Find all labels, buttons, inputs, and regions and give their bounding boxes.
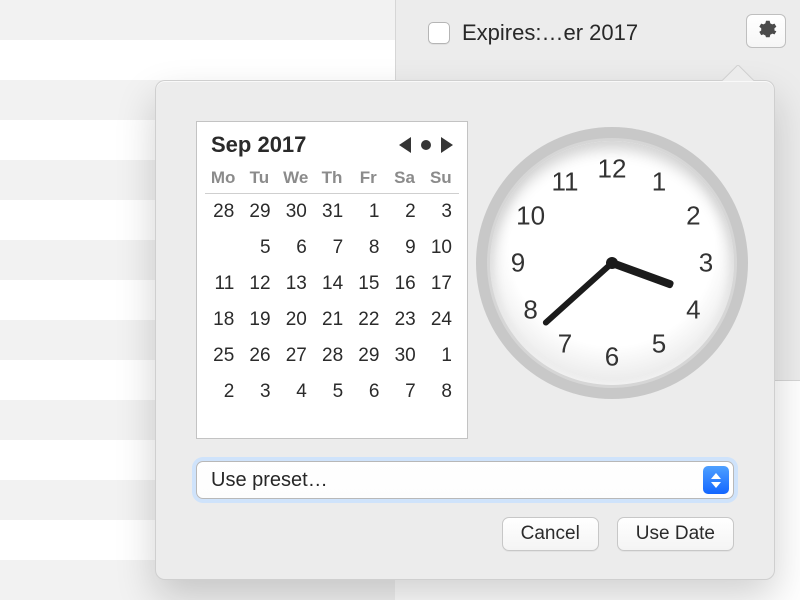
calendar-day[interactable]: 13 [278, 266, 314, 302]
calendar-day[interactable]: 21 [314, 302, 350, 338]
clock-number: 4 [677, 295, 709, 326]
clock-number: 10 [515, 201, 547, 232]
minute-hand[interactable] [542, 261, 614, 327]
calendar-day[interactable]: 7 [386, 374, 422, 410]
clock-pin [606, 257, 618, 269]
dropdown-stepper-icon[interactable] [703, 466, 729, 494]
dow-header: Mo [205, 164, 241, 193]
calendar-day[interactable]: 8 [423, 374, 459, 410]
clock-number: 3 [690, 248, 722, 279]
dow-header: Tu [241, 164, 277, 193]
calendar-day[interactable]: 22 [350, 302, 386, 338]
calendar-day[interactable]: 28 [314, 338, 350, 374]
calendar-day[interactable]: 2 [205, 374, 241, 410]
calendar-day[interactable]: 9 [386, 230, 422, 266]
calendar-week-row: 18192021222324 [205, 302, 459, 338]
calendar-prev-icon[interactable] [399, 137, 411, 153]
hour-hand[interactable] [611, 259, 675, 289]
calendar-week-row: 11121314151617 [205, 266, 459, 302]
clock-number: 7 [549, 329, 581, 360]
calendar-next-icon[interactable] [441, 137, 453, 153]
calendar-day[interactable]: 30 [278, 194, 314, 230]
cancel-button[interactable]: Cancel [502, 517, 599, 551]
preset-dropdown[interactable]: Use preset… [196, 461, 734, 499]
calendar-day[interactable]: 18 [205, 302, 241, 338]
calendar-day[interactable]: 3 [241, 374, 277, 410]
calendar-day[interactable]: 28 [205, 194, 241, 230]
preset-label: Use preset… [211, 469, 328, 492]
calendar-title: Sep 2017 [211, 132, 399, 158]
calendar-day[interactable]: 15 [350, 266, 386, 302]
clock-number: 1 [643, 166, 675, 197]
expires-row: Expires:…er 2017 [428, 20, 720, 46]
calendar-day[interactable]: 26 [241, 338, 277, 374]
calendar-day[interactable]: 6 [350, 374, 386, 410]
calendar-day[interactable]: 1 [423, 338, 459, 374]
calendar-day[interactable]: 23 [386, 302, 422, 338]
expires-label: Expires:…er 2017 [462, 20, 638, 46]
gear-button[interactable] [746, 14, 786, 48]
calendar-day[interactable]: 14 [314, 266, 350, 302]
calendar-day[interactable]: 16 [386, 266, 422, 302]
calendar-day[interactable]: 29 [241, 194, 277, 230]
popover-arrow [722, 65, 754, 81]
calendar-day[interactable]: 12 [241, 266, 277, 302]
dow-header: Su [423, 164, 459, 193]
clock-number: 6 [596, 342, 628, 373]
calendar-day[interactable]: 25 [205, 338, 241, 374]
calendar-day[interactable]: 29 [350, 338, 386, 374]
calendar-day[interactable]: 27 [278, 338, 314, 374]
calendar-day[interactable]: 5 [241, 230, 277, 266]
clock-number: 12 [596, 154, 628, 185]
calendar-day[interactable]: 20 [278, 302, 314, 338]
dow-header: Th [314, 164, 350, 193]
clock-number: 11 [549, 166, 581, 197]
calendar-week-row: 45678910 [205, 230, 459, 266]
dow-header: We [278, 164, 314, 193]
calendar-grid: 2829303112345678910111213141516171819202… [205, 194, 459, 410]
dow-header: Sa [386, 164, 422, 193]
calendar-dow-row: MoTuWeThFrSaSu [205, 164, 459, 194]
calendar-day[interactable]: 19 [241, 302, 277, 338]
calendar-day[interactable]: 17 [423, 266, 459, 302]
clock-number: 2 [677, 201, 709, 232]
calendar-today-icon[interactable] [421, 140, 431, 150]
use-date-button[interactable]: Use Date [617, 517, 734, 551]
calendar-day[interactable]: 1 [350, 194, 386, 230]
calendar-day[interactable]: 8 [350, 230, 386, 266]
gear-icon [755, 18, 777, 45]
dow-header: Fr [350, 164, 386, 193]
clock-number: 9 [502, 248, 534, 279]
button-row: Cancel Use Date [502, 517, 734, 551]
calendar-day[interactable]: 3 [423, 194, 459, 230]
calendar-day[interactable]: 10 [423, 230, 459, 266]
calendar-day[interactable]: 24 [423, 302, 459, 338]
analog-clock[interactable]: 121234567891011 [490, 141, 734, 385]
calendar-day[interactable]: 6 [278, 230, 314, 266]
calendar-day[interactable]: 30 [386, 338, 422, 374]
expires-checkbox[interactable] [428, 22, 450, 44]
calendar-day[interactable]: 4 [278, 374, 314, 410]
calendar-week-row: 2526272829301 [205, 338, 459, 374]
clock-number: 5 [643, 329, 675, 360]
calendar-day[interactable]: 7 [314, 230, 350, 266]
calendar-week-row: 2345678 [205, 374, 459, 410]
calendar-header: Sep 2017 [205, 132, 459, 160]
calendar-day[interactable]: 31 [314, 194, 350, 230]
calendar-day[interactable]: 5 [314, 374, 350, 410]
calendar-day[interactable]: 4 [205, 230, 241, 266]
calendar-day[interactable]: 11 [205, 266, 241, 302]
calendar-day[interactable]: 2 [386, 194, 422, 230]
date-picker-popover: Sep 2017 MoTuWeThFrSaSu 2829303112345678… [155, 80, 775, 580]
calendar: Sep 2017 MoTuWeThFrSaSu 2829303112345678… [196, 121, 468, 439]
calendar-week-row: 28293031123 [205, 194, 459, 230]
